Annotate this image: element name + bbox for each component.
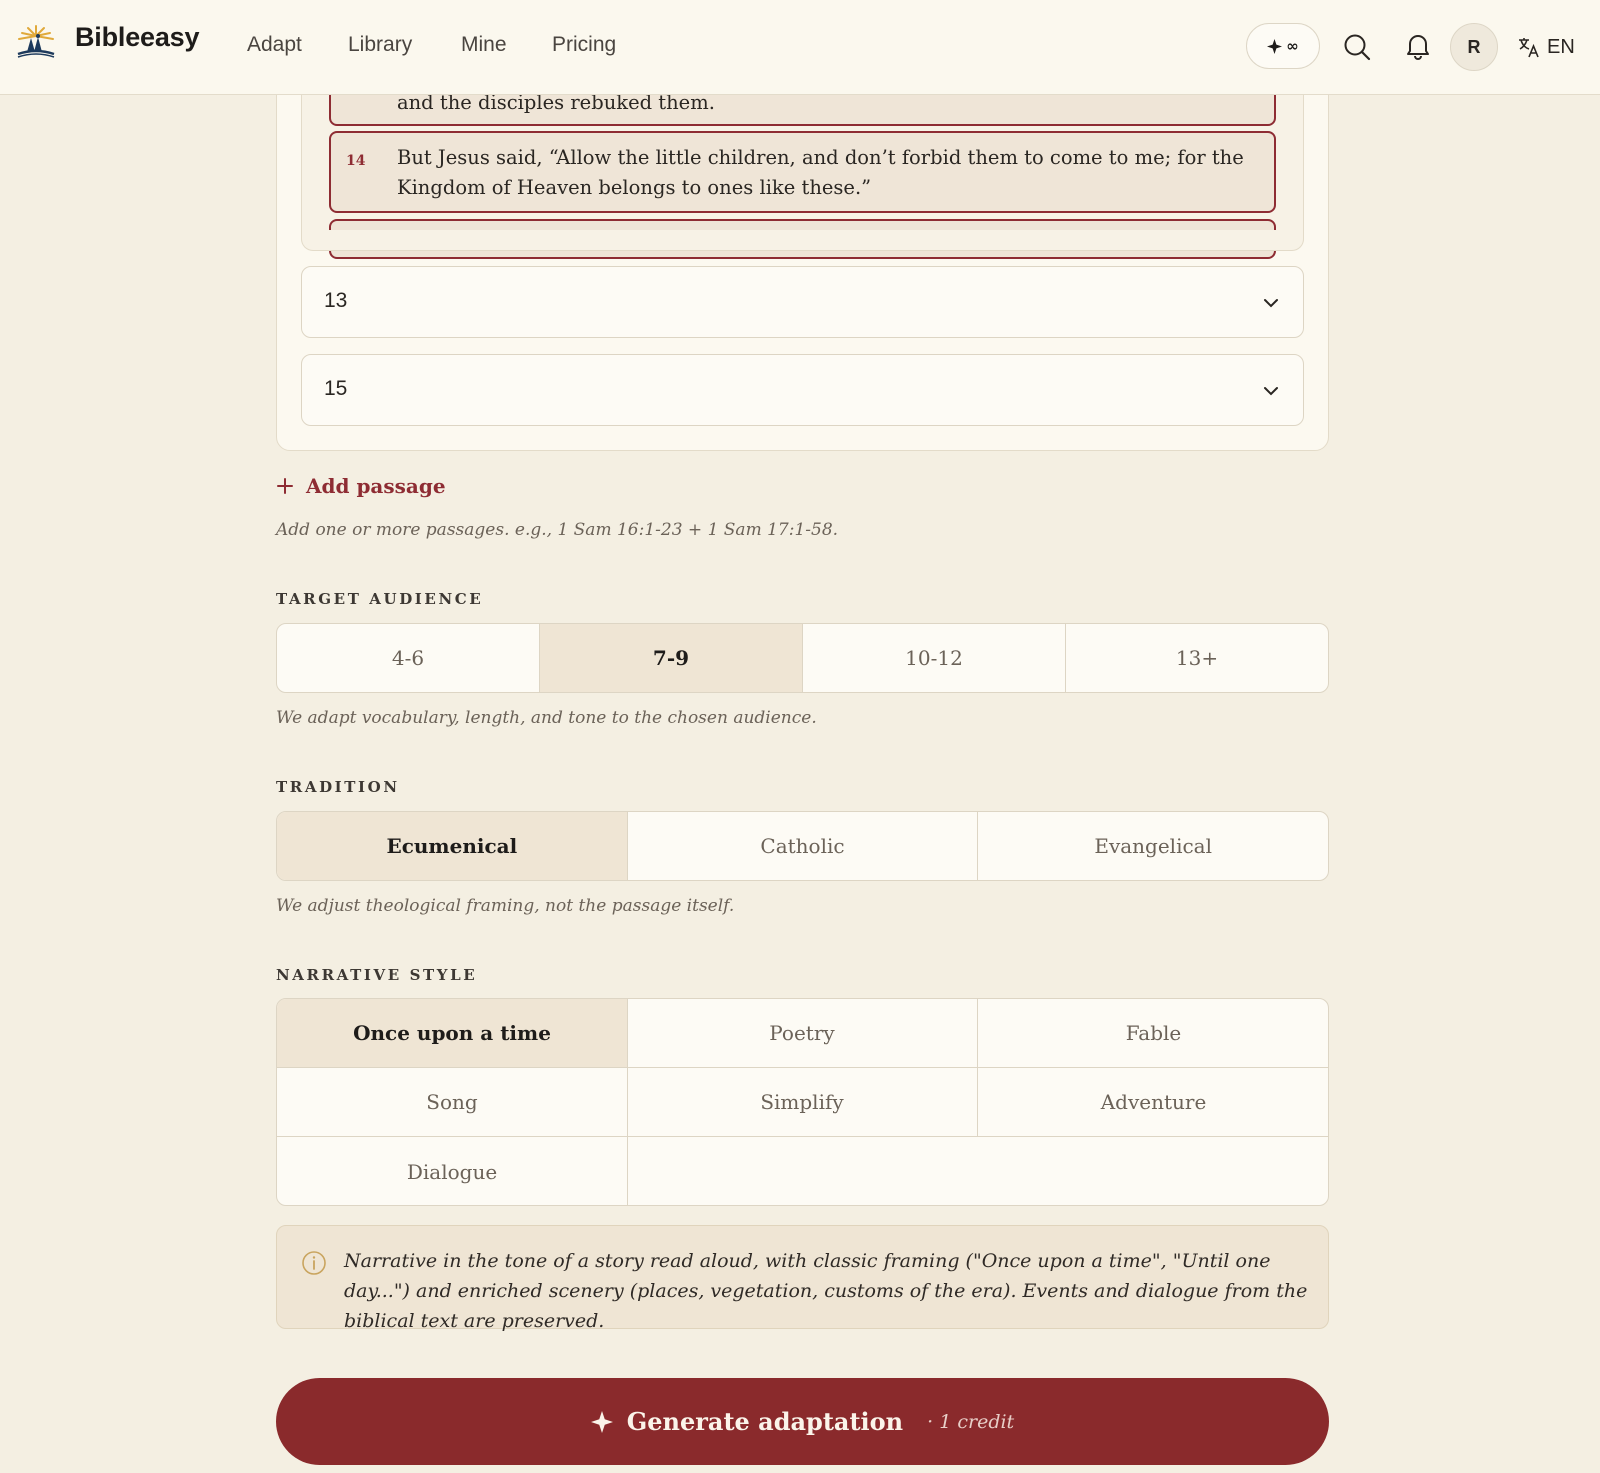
narrative-style-title: NARRATIVE STYLE	[276, 966, 478, 984]
narrative-style-selector: Once upon a time Poetry Fable Song Simpl…	[276, 998, 1329, 1206]
tradition-title: TRADITION	[276, 778, 400, 796]
add-passage-button[interactable]: Add passage	[276, 470, 446, 502]
start-verse-select[interactable]: 13	[301, 266, 1304, 338]
sparkle-icon	[590, 1410, 613, 1433]
start-verse-value: 13	[324, 289, 348, 312]
style-option-once-upon-a-time[interactable]: Once upon a time	[277, 999, 628, 1068]
user-avatar[interactable]: R	[1450, 23, 1498, 71]
bibleeasy-logo[interactable]	[14, 24, 58, 60]
language-switcher[interactable]: EN	[1517, 32, 1575, 62]
add-passage-hint: Add one or more passages. e.g., 1 Sam 16…	[276, 520, 839, 540]
tradition-hint: We adjust theological framing, not the p…	[276, 896, 735, 916]
style-option-fable[interactable]: Fable	[977, 999, 1328, 1068]
chevron-down-icon	[1264, 299, 1278, 308]
tradition-option-catholic[interactable]: Catholic	[628, 812, 979, 880]
style-description-text: Narrative in the tone of a story read al…	[344, 1250, 1308, 1332]
credits-button[interactable]: ∞	[1246, 23, 1320, 69]
generate-label: Generate adaptation	[626, 1407, 904, 1436]
search-button[interactable]	[1341, 31, 1373, 63]
translate-icon	[1519, 38, 1539, 58]
audience-option-7-9[interactable]: 7-9	[540, 624, 803, 692]
tradition-option-evangelical[interactable]: Evangelical	[978, 812, 1328, 880]
verse-list-bottom-edge	[301, 230, 1304, 251]
bell-icon	[1407, 35, 1429, 60]
audience-option-10-12[interactable]: 10-12	[803, 624, 1066, 692]
end-verse-select[interactable]: 15	[301, 354, 1304, 426]
audience-option-4-6[interactable]: 4-6	[277, 624, 540, 692]
nav-mine[interactable]: Mine	[461, 33, 507, 57]
verse-text: But Jesus said, “Allow the little childr…	[397, 146, 1244, 199]
style-option-dialogue[interactable]: Dialogue	[277, 1137, 628, 1205]
end-verse-value: 15	[324, 377, 348, 400]
style-option-song[interactable]: Song	[277, 1068, 628, 1137]
style-description: Narrative in the tone of a story read al…	[276, 1225, 1329, 1332]
verse-number: 14	[346, 153, 366, 169]
sparkle-icon	[1267, 38, 1283, 54]
audience-hint: We adapt vocabulary, length, and tone to…	[276, 708, 817, 728]
nav-adapt[interactable]: Adapt	[247, 33, 302, 57]
tradition-option-ecumenical[interactable]: Ecumenical	[277, 812, 628, 880]
generate-credit-cost: · 1 credit	[927, 1410, 1015, 1433]
generate-adaptation-button[interactable]: Generate adaptation · 1 credit	[276, 1378, 1329, 1465]
tradition-selector: Ecumenical Catholic Evangelical	[276, 811, 1329, 881]
nav-pricing[interactable]: Pricing	[552, 33, 616, 57]
notifications-button[interactable]	[1402, 30, 1434, 62]
audience-option-13-plus[interactable]: 13+	[1066, 624, 1328, 692]
top-navbar: Bibleeasy Adapt Library Mine Pricing ∞ R…	[0, 0, 1600, 95]
search-icon	[1344, 34, 1371, 61]
nav-library[interactable]: Library	[348, 33, 412, 57]
verse-item[interactable]: 14 But Jesus said, “Allow the little chi…	[329, 131, 1276, 213]
info-icon	[302, 1251, 326, 1275]
target-audience-title: TARGET AUDIENCE	[276, 590, 484, 608]
target-audience-selector: 4-6 7-9 10-12 13+	[276, 623, 1329, 693]
brand-name[interactable]: Bibleeasy	[75, 22, 199, 53]
chevron-down-icon	[1264, 387, 1278, 396]
style-option-simplify[interactable]: Simplify	[627, 1068, 978, 1137]
style-option-adventure[interactable]: Adventure	[977, 1068, 1328, 1137]
plus-icon	[277, 478, 293, 494]
add-passage-label: Add passage	[306, 474, 446, 498]
style-option-poetry[interactable]: Poetry	[627, 999, 978, 1068]
credits-value: ∞	[1286, 37, 1299, 55]
language-code: EN	[1547, 35, 1575, 58]
